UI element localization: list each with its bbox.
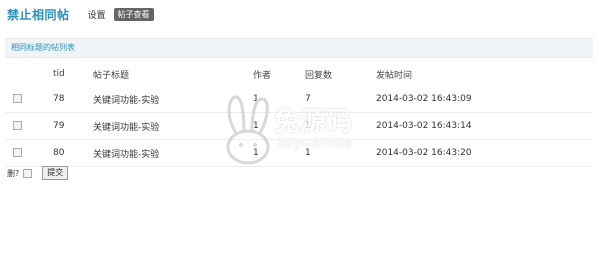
- col-tid-header: tid: [53, 69, 65, 79]
- row-replies: 1: [305, 112, 376, 140]
- col-checkbox-header: [5, 62, 53, 86]
- submit-button[interactable]: 提交: [42, 166, 69, 180]
- page: 禁止相同帖 设置 帖子查看 相同标题的帖列表 tid 帖子标题 作者 回复数 发…: [0, 0, 600, 253]
- row-subject-link[interactable]: 关键词功能-实验: [93, 123, 159, 133]
- footer-actions: 删? 提交: [7, 166, 69, 180]
- row-posted: 2014-03-02 16:43:09: [376, 86, 593, 113]
- row-replies: 1: [305, 139, 376, 167]
- thread-table: tid 帖子标题 作者 回复数 发帖时间 78 关键词功能-实验 1 7 201…: [5, 62, 593, 167]
- select-all-checkbox[interactable]: [23, 168, 33, 178]
- col-posted-header: 发帖时间: [376, 70, 413, 81]
- row-replies: 7: [305, 86, 376, 113]
- row-author-link[interactable]: 1: [253, 148, 259, 158]
- header: 禁止相同帖 设置 帖子查看: [7, 6, 154, 23]
- col-replies-header: 回复数: [305, 70, 333, 81]
- row-posted: 2014-03-02 16:43:20: [376, 139, 593, 167]
- row-posted: 2014-03-02 16:43:14: [376, 112, 593, 140]
- table-row: 78 关键词功能-实验 1 7 2014-03-02 16:43:09: [5, 86, 593, 113]
- row-tid: 78: [53, 86, 93, 113]
- row-checkbox[interactable]: [13, 94, 22, 103]
- table-row: 79 关键词功能-实验 1 1 2014-03-02 16:43:14: [5, 112, 593, 140]
- row-checkbox[interactable]: [13, 148, 22, 157]
- panel-title: 相同标题的帖列表: [5, 38, 593, 58]
- row-tid: 79: [53, 112, 93, 140]
- row-author-link[interactable]: 1: [253, 121, 259, 131]
- page-title: 禁止相同帖: [7, 8, 70, 22]
- row-author-link[interactable]: 1: [253, 94, 259, 104]
- row-subject-link[interactable]: 关键词功能-实验: [93, 96, 159, 106]
- row-tid: 80: [53, 139, 93, 167]
- nav-active-tab[interactable]: 帖子查看: [113, 8, 154, 21]
- col-author-header: 作者: [253, 70, 272, 81]
- row-subject-link[interactable]: 关键词功能-实验: [93, 150, 159, 160]
- table-header-row: tid 帖子标题 作者 回复数 发帖时间: [5, 62, 593, 86]
- nav-settings-link[interactable]: 设置: [88, 8, 106, 21]
- row-checkbox[interactable]: [13, 121, 22, 130]
- col-subject-header: 帖子标题: [93, 70, 130, 81]
- table-row: 80 关键词功能-实验 1 1 2014-03-02 16:43:20: [5, 139, 593, 167]
- select-all-label: 删?: [7, 168, 20, 178]
